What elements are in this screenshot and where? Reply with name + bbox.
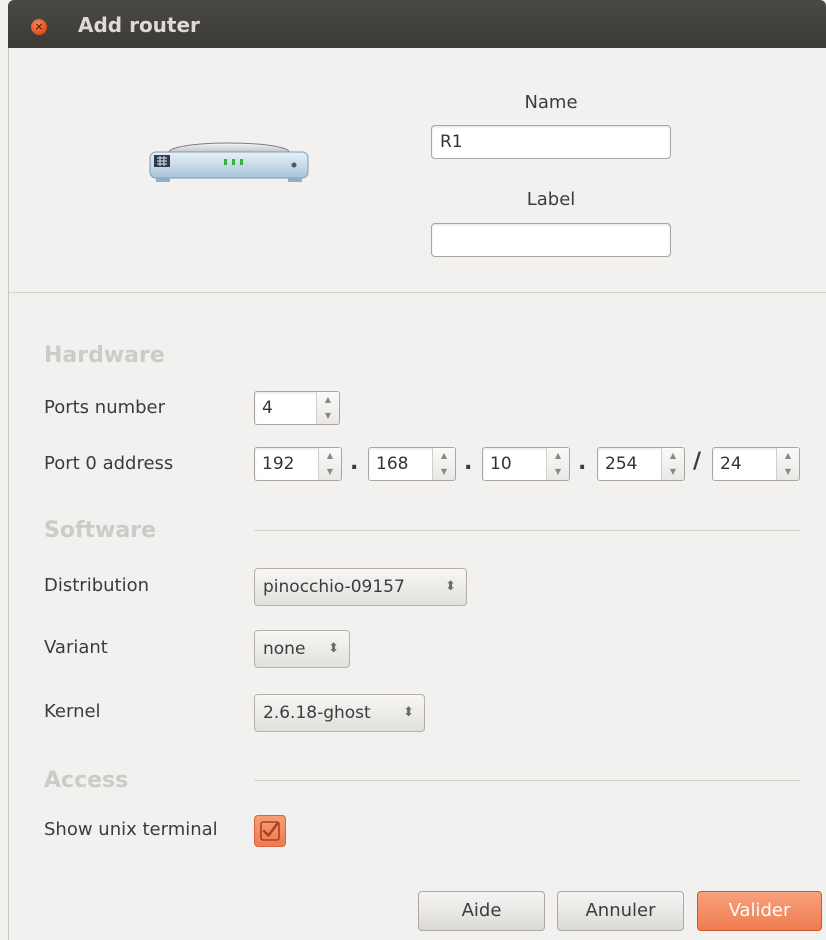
port-address-label: Port 0 address bbox=[44, 453, 174, 474]
address-slash: / bbox=[693, 449, 702, 474]
ports-number-spinner[interactable]: 4 ▲ ▼ bbox=[254, 391, 340, 425]
ports-number-value: 4 bbox=[262, 398, 273, 418]
decrement-icon[interactable]: ▼ bbox=[319, 464, 341, 480]
increment-icon[interactable]: ▲ bbox=[319, 448, 341, 464]
router-icon bbox=[148, 140, 310, 186]
kernel-value: 2.6.18-ghost bbox=[263, 703, 371, 723]
octet3-spinner[interactable]: 10 ▲ ▼ bbox=[482, 447, 570, 481]
window-title: Add router bbox=[78, 13, 200, 37]
distribution-label: Distribution bbox=[44, 575, 150, 596]
decrement-icon[interactable]: ▼ bbox=[433, 464, 455, 480]
increment-icon[interactable]: ▲ bbox=[433, 448, 455, 464]
octet2-arrows[interactable]: ▲ ▼ bbox=[432, 448, 455, 480]
decrement-icon[interactable]: ▼ bbox=[547, 464, 569, 480]
name-input[interactable]: R1 bbox=[431, 125, 671, 159]
kernel-dropdown[interactable]: 2.6.18-ghost ⬍ bbox=[254, 694, 425, 732]
software-separator bbox=[254, 530, 801, 531]
distribution-dropdown[interactable]: pinocchio-09157 ⬍ bbox=[254, 568, 467, 606]
software-section-title: Software bbox=[44, 518, 156, 543]
chevron-updown-icon: ⬍ bbox=[403, 705, 414, 720]
distribution-value: pinocchio-09157 bbox=[263, 577, 405, 597]
window-edge bbox=[8, 48, 9, 940]
octet1-spinner[interactable]: 192 ▲ ▼ bbox=[254, 447, 342, 481]
prefix-value: 24 bbox=[720, 454, 742, 474]
unix-terminal-checkbox[interactable] bbox=[254, 815, 286, 847]
octet4-spinner[interactable]: 254 ▲ ▼ bbox=[597, 447, 685, 481]
octet3-arrows[interactable]: ▲ ▼ bbox=[546, 448, 569, 480]
access-section-title: Access bbox=[44, 768, 129, 793]
increment-icon[interactable]: ▲ bbox=[547, 448, 569, 464]
ports-number-arrows[interactable]: ▲ ▼ bbox=[316, 392, 339, 424]
ports-number-label: Ports number bbox=[44, 397, 166, 418]
variant-value: none bbox=[263, 639, 306, 659]
increment-icon[interactable]: ▲ bbox=[317, 392, 339, 408]
label-input[interactable] bbox=[431, 223, 671, 257]
prefix-arrows[interactable]: ▲ ▼ bbox=[776, 448, 799, 480]
variant-label: Variant bbox=[44, 637, 108, 658]
ok-button[interactable]: Valider bbox=[697, 891, 822, 931]
octet3-value: 10 bbox=[490, 454, 512, 474]
access-separator bbox=[254, 780, 801, 781]
increment-icon[interactable]: ▲ bbox=[777, 448, 799, 464]
chevron-updown-icon: ⬍ bbox=[328, 641, 339, 656]
help-button[interactable]: Aide bbox=[418, 891, 545, 931]
octet1-value: 192 bbox=[262, 454, 295, 474]
unix-terminal-label: Show unix terminal bbox=[44, 819, 218, 840]
decrement-icon[interactable]: ▼ bbox=[777, 464, 799, 480]
cancel-button[interactable]: Annuler bbox=[557, 891, 684, 931]
prefix-spinner[interactable]: 24 ▲ ▼ bbox=[712, 447, 800, 481]
kernel-label: Kernel bbox=[44, 701, 101, 722]
decrement-icon[interactable]: ▼ bbox=[317, 408, 339, 424]
octet4-arrows[interactable]: ▲ ▼ bbox=[661, 448, 684, 480]
octet4-value: 254 bbox=[605, 454, 638, 474]
window-titlebar: × Add router bbox=[8, 0, 826, 48]
increment-icon[interactable]: ▲ bbox=[662, 448, 684, 464]
octet1-arrows[interactable]: ▲ ▼ bbox=[318, 448, 341, 480]
address-dot: . bbox=[578, 450, 587, 475]
hardware-section-title: Hardware bbox=[44, 343, 165, 368]
decrement-icon[interactable]: ▼ bbox=[662, 464, 684, 480]
checkmark-icon bbox=[260, 821, 280, 841]
address-dot: . bbox=[350, 450, 359, 475]
header-separator bbox=[9, 292, 826, 293]
octet2-spinner[interactable]: 168 ▲ ▼ bbox=[368, 447, 456, 481]
variant-dropdown[interactable]: none ⬍ bbox=[254, 630, 350, 668]
octet2-value: 168 bbox=[376, 454, 409, 474]
chevron-updown-icon: ⬍ bbox=[445, 579, 456, 594]
address-dot: . bbox=[464, 450, 473, 475]
label-label: Label bbox=[526, 189, 576, 210]
name-label: Name bbox=[524, 92, 578, 113]
close-icon[interactable]: × bbox=[31, 19, 47, 35]
